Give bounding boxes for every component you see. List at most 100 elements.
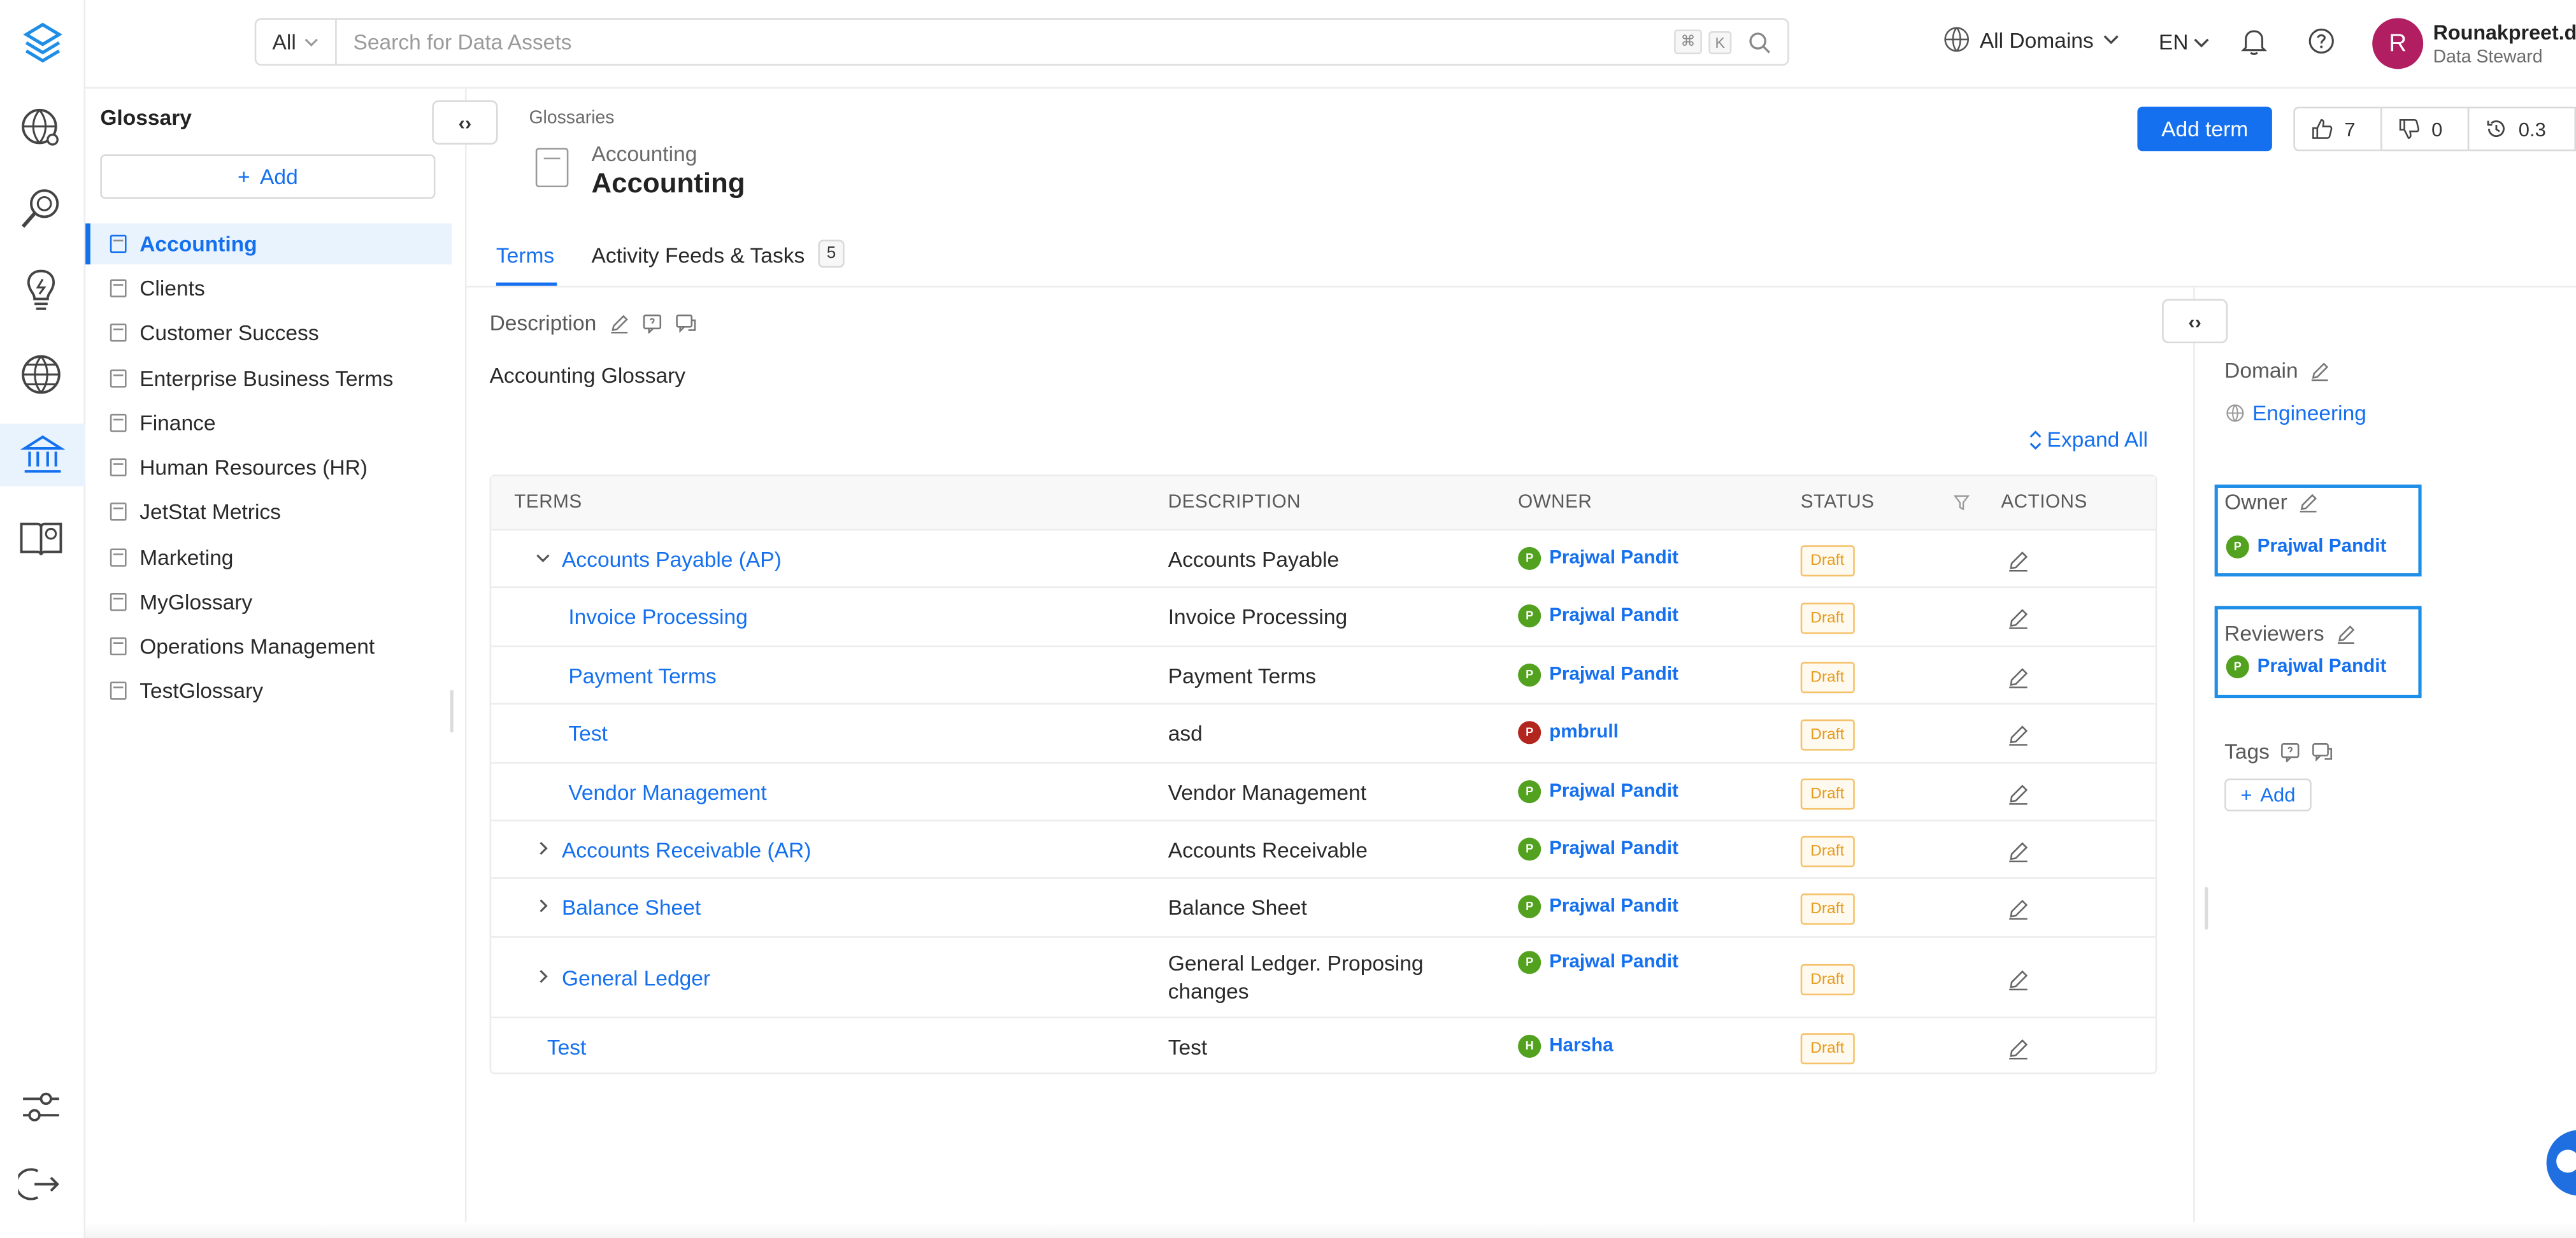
language-selector[interactable]: EN: [2159, 29, 2210, 54]
search-scope-select[interactable]: All: [256, 19, 337, 64]
owner-link[interactable]: P Prajwal Pandit: [1518, 604, 1678, 628]
sidebar-item-label: TestGlossary: [140, 678, 264, 703]
term-link[interactable]: Accounts Receivable (AR): [562, 837, 811, 862]
table-row[interactable]: Test Test H Harsha Draft: [491, 1018, 2156, 1076]
sidebar-item-finance[interactable]: Finance: [85, 402, 452, 443]
term-link[interactable]: Test: [547, 1035, 586, 1060]
logout-icon[interactable]: [17, 1160, 66, 1209]
edit-icon[interactable]: [2008, 1038, 2029, 1064]
term-link[interactable]: Vendor Management: [568, 780, 766, 805]
right-panel-resize-handle[interactable]: [2205, 886, 2208, 930]
owner-link[interactable]: H Harsha: [1518, 1034, 1614, 1058]
owner-link[interactable]: P Prajwal Pandit: [2226, 535, 2386, 559]
sidebar-item-accounting[interactable]: Accounting: [85, 223, 452, 265]
chevron-down-icon[interactable]: [536, 550, 550, 570]
edit-icon[interactable]: [2008, 783, 2029, 809]
breadcrumb[interactable]: Glossaries: [529, 108, 614, 128]
edit-icon[interactable]: [2008, 550, 2029, 576]
domains-icon[interactable]: [17, 350, 66, 399]
upvote-button[interactable]: 7: [2293, 106, 2382, 152]
insights-icon[interactable]: [17, 264, 66, 313]
owner-link[interactable]: P Prajwal Pandit: [1518, 951, 1678, 974]
request-description-icon[interactable]: [643, 313, 662, 333]
edit-icon[interactable]: [2336, 623, 2356, 643]
edit-icon[interactable]: [2008, 608, 2029, 634]
edit-icon[interactable]: [2008, 841, 2029, 867]
sidebar-item-operations-management[interactable]: Operations Management: [85, 626, 452, 667]
term-link[interactable]: Payment Terms: [568, 664, 716, 688]
term-link[interactable]: Balance Sheet: [562, 895, 701, 920]
table-row[interactable]: Payment Terms Payment Terms P Prajwal Pandi…: [491, 647, 2156, 705]
collapse-right-panel-button[interactable]: ‹›: [2162, 299, 2228, 344]
table-row[interactable]: Invoice Processing Invoice Processing P Pra…: [491, 588, 2156, 648]
edit-icon[interactable]: [2008, 667, 2029, 693]
data-products-icon[interactable]: [17, 513, 66, 562]
table-row[interactable]: Vendor Management Vendor Management P Prajw…: [491, 764, 2156, 822]
settings-sliders-icon[interactable]: [17, 1083, 66, 1132]
owner-section-header: Owner: [2224, 490, 2319, 514]
edit-icon[interactable]: [2310, 360, 2329, 381]
domain-link[interactable]: Engineering: [2226, 401, 2366, 425]
table-row[interactable]: Test asd Ppmbrull Draft: [491, 704, 2156, 764]
term-link[interactable]: Invoice Processing: [568, 604, 747, 629]
sidebar-item-customer-success[interactable]: Customer Success: [85, 312, 452, 353]
tab-activity-feeds[interactable]: Activity Feeds & Tasks: [591, 243, 805, 268]
owner-link[interactable]: P Prajwal Pandit: [1518, 895, 1678, 918]
reviewer-link[interactable]: P Prajwal Pandit: [2226, 655, 2386, 679]
sidebar-resize-handle[interactable]: [450, 690, 454, 733]
term-description: Test: [1168, 1034, 1208, 1060]
sidebar-item-jetstat-metrics[interactable]: JetStat Metrics: [85, 491, 452, 532]
add-glossary-button[interactable]: + Add: [100, 154, 436, 199]
chevron-right-icon[interactable]: [536, 899, 550, 918]
sidebar-item-testglossary[interactable]: TestGlossary: [85, 670, 452, 711]
comment-icon[interactable]: [2312, 741, 2334, 761]
table-row[interactable]: General Ledger General Ledger. Proposing …: [491, 938, 2156, 1019]
term-link[interactable]: Test: [568, 721, 607, 746]
filter-icon[interactable]: [1953, 494, 1970, 511]
search-input[interactable]: Search for Data Assets: [337, 29, 1674, 54]
add-term-button[interactable]: Add term: [2137, 106, 2272, 152]
column-header-terms: TERMS: [514, 492, 582, 513]
notification-bell-icon[interactable]: [2241, 28, 2268, 56]
edit-icon[interactable]: [2299, 492, 2319, 512]
chevron-right-icon[interactable]: [536, 969, 550, 989]
help-icon[interactable]: [2308, 28, 2335, 54]
edit-icon[interactable]: [2008, 969, 2029, 995]
glossary-book-icon: [110, 637, 127, 656]
chevron-right-icon[interactable]: [536, 841, 550, 860]
owner-link[interactable]: P Prajwal Pandit: [1518, 780, 1678, 804]
sidebar-item-enterprise-business-terms[interactable]: Enterprise Business Terms: [85, 358, 452, 399]
owner-link[interactable]: P Prajwal Pandit: [1518, 546, 1678, 570]
explore-icon[interactable]: [17, 103, 66, 152]
sidebar-item-human-resources[interactable]: Human Resources (HR): [85, 447, 452, 488]
observability-icon[interactable]: [17, 184, 66, 233]
domain-selector[interactable]: All Domains: [1943, 26, 2120, 52]
tab-terms[interactable]: Terms: [496, 243, 554, 268]
edit-icon[interactable]: [2008, 724, 2029, 750]
search-icon[interactable]: [1748, 31, 1771, 53]
edit-icon[interactable]: [610, 313, 629, 333]
edit-icon[interactable]: [2008, 899, 2029, 925]
sidebar-item-marketing[interactable]: Marketing: [85, 537, 452, 578]
version-history-button[interactable]: 0.3: [2467, 106, 2576, 152]
govern-icon[interactable]: [0, 423, 86, 487]
table-row[interactable]: Balance Sheet Balance Sheet P Prajwal Pandi…: [491, 879, 2156, 938]
table-row[interactable]: Accounts Receivable (AR) Accounts Receiva…: [491, 822, 2156, 879]
owner-link[interactable]: Ppmbrull: [1518, 721, 1619, 744]
comment-icon[interactable]: [675, 313, 697, 332]
term-link[interactable]: Accounts Payable (AP): [562, 547, 782, 572]
collapse-sidebar-button[interactable]: ‹›: [432, 100, 498, 145]
request-tags-icon[interactable]: [2281, 741, 2301, 762]
downvote-button[interactable]: 0: [2380, 106, 2470, 152]
owner-link[interactable]: P Prajwal Pandit: [1518, 663, 1678, 687]
sidebar-item-clients[interactable]: Clients: [85, 267, 452, 308]
user-name[interactable]: Rounakpreet.d: [2433, 22, 2576, 45]
add-tag-button[interactable]: + Add: [2224, 778, 2312, 812]
table-row[interactable]: Accounts Payable (AP) Accounts Payable P Pr…: [491, 530, 2156, 588]
term-link[interactable]: General Ledger: [562, 966, 710, 991]
user-avatar[interactable]: R: [2372, 18, 2424, 69]
owner-link[interactable]: P Prajwal Pandit: [1518, 837, 1678, 861]
expand-all-button[interactable]: Expand All: [2029, 427, 2148, 452]
app-logo-icon[interactable]: [20, 20, 66, 66]
sidebar-item-myglossary[interactable]: MyGlossary: [85, 581, 452, 622]
